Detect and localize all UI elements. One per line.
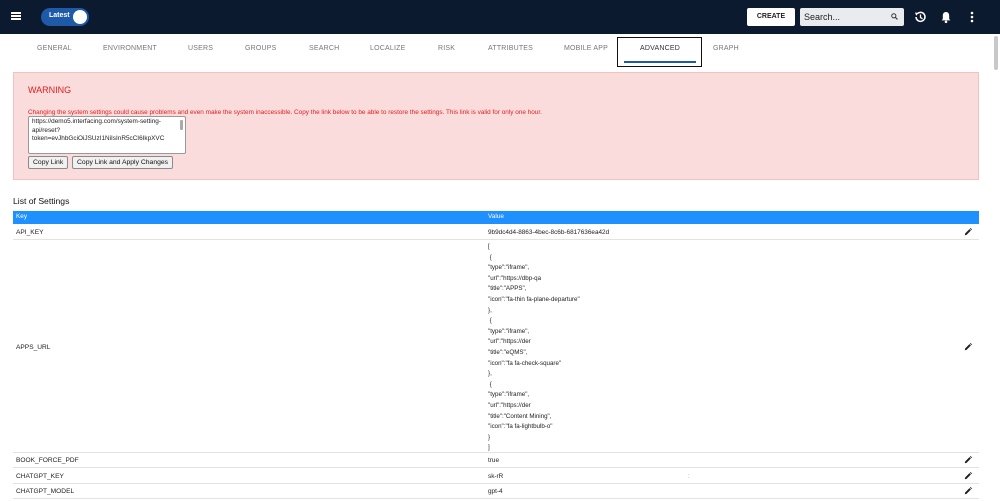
settings-tabs: GENERAL ENVIRONMENT USERS GROUPS SEARCH … bbox=[0, 34, 1000, 66]
json-line: "type":"iframe", bbox=[488, 264, 530, 272]
tab-general[interactable]: GENERAL bbox=[37, 45, 72, 52]
bell-icon[interactable] bbox=[939, 10, 953, 24]
setting-key: BOOK_FORCE_PDF bbox=[16, 457, 79, 464]
tab-users[interactable]: USERS bbox=[188, 45, 213, 52]
latest-label: Latest bbox=[49, 12, 70, 19]
create-button[interactable]: CREATE bbox=[747, 8, 795, 26]
setting-value: true bbox=[488, 457, 500, 464]
copy-link-apply-button[interactable]: Copy Link and Apply Changes bbox=[72, 156, 174, 169]
settings-table-header: Key Value bbox=[13, 211, 979, 224]
search-input[interactable] bbox=[804, 10, 884, 24]
tab-localize[interactable]: LOCALIZE bbox=[370, 45, 405, 52]
tab-mobile-app[interactable]: MOBILE APP bbox=[564, 45, 608, 52]
tab-groups[interactable]: GROUPS bbox=[245, 45, 277, 52]
setting-key: API_KEY bbox=[16, 229, 44, 236]
json-line: "url":"https://dbp-qa bbox=[488, 274, 542, 282]
json-line: "title":"eQMS", bbox=[488, 348, 528, 356]
warning-message: Changing the system settings could cause… bbox=[28, 109, 542, 116]
table-row: APPS_URL [ { "type":"iframe", "url":"htt… bbox=[13, 240, 979, 453]
json-line: { bbox=[488, 253, 492, 261]
setting-value: 9b9dc4d4-8863-4bec-8c6b-6817636ea42d bbox=[488, 229, 610, 236]
copy-link-button[interactable]: Copy Link bbox=[28, 156, 69, 169]
edit-icon[interactable] bbox=[964, 343, 972, 351]
setting-value-json: [ { "type":"iframe", "url":"https://dbp-… bbox=[488, 242, 580, 454]
edit-icon[interactable] bbox=[964, 456, 972, 464]
setting-value-trailing: : bbox=[688, 473, 690, 480]
menu-icon[interactable] bbox=[11, 12, 21, 20]
json-line: [ bbox=[488, 243, 490, 250]
active-tab-indicator bbox=[624, 61, 696, 63]
json-line: }, bbox=[488, 370, 492, 378]
json-line: "title":"Content Mining", bbox=[488, 412, 552, 420]
setting-value: sk-rR bbox=[488, 473, 504, 480]
setting-key: CHATGPT_KEY bbox=[16, 473, 64, 480]
textarea-scrollbar[interactable] bbox=[180, 120, 183, 130]
json-line: "type":"iframe", bbox=[488, 327, 530, 335]
column-header-value: Value bbox=[488, 213, 504, 220]
search-icon[interactable] bbox=[891, 13, 898, 20]
search-box bbox=[800, 8, 904, 26]
top-app-bar: Latest CREATE bbox=[0, 0, 1000, 34]
column-header-key: Key bbox=[16, 213, 28, 220]
tab-risk[interactable]: RISK bbox=[438, 45, 455, 52]
setting-key: CHATGPT_MODEL bbox=[16, 488, 75, 495]
setting-value: gpt-4 bbox=[488, 488, 503, 495]
restore-link-text: https://demo5.interfacing.com/system-set… bbox=[32, 118, 165, 143]
warning-panel: WARNING Changing the system settings cou… bbox=[13, 72, 979, 180]
warning-title: WARNING bbox=[28, 85, 72, 95]
table-row: CHATGPT_MODEL gpt-4 bbox=[13, 484, 979, 499]
json-line: "title":"APPS", bbox=[488, 285, 527, 293]
table-row: CHATGPT_KEY sk-rR : bbox=[13, 468, 979, 484]
restore-link-textarea[interactable]: https://demo5.interfacing.com/system-set… bbox=[28, 116, 186, 154]
table-row: API_KEY 9b9dc4d4-8863-4bec-8c6b-6817636e… bbox=[13, 224, 979, 240]
json-line: "icon":"fa fa-check-square" bbox=[488, 359, 562, 367]
tab-environment[interactable]: ENVIRONMENT bbox=[103, 45, 157, 52]
more-vert-icon[interactable] bbox=[965, 10, 979, 24]
json-line: "icon":"fa-thin fa-plane-departure" bbox=[488, 295, 580, 303]
setting-key: APPS_URL bbox=[16, 344, 51, 351]
table-row: BOOK_FORCE_PDF true bbox=[13, 453, 979, 468]
tab-attributes[interactable]: ATTRIBUTES bbox=[488, 45, 533, 52]
tab-search[interactable]: SEARCH bbox=[309, 45, 339, 52]
json-line: } bbox=[488, 433, 491, 441]
json-line: "url":"https://der bbox=[488, 401, 531, 409]
json-line: "icon":"fa fa-lightbulb-o" bbox=[488, 423, 553, 431]
tab-graph[interactable]: GRAPH bbox=[713, 45, 739, 52]
json-line: { bbox=[488, 380, 492, 388]
history-icon[interactable] bbox=[913, 10, 927, 24]
page-scrollbar[interactable] bbox=[994, 36, 998, 70]
json-line: { bbox=[488, 317, 492, 325]
toggle-knob bbox=[73, 10, 87, 24]
settings-list-title: List of Settings bbox=[13, 196, 70, 206]
latest-toggle[interactable]: Latest bbox=[41, 8, 89, 26]
json-line: }, bbox=[488, 306, 492, 314]
json-line: "type":"iframe", bbox=[488, 391, 530, 399]
edit-icon[interactable] bbox=[964, 472, 972, 480]
edit-icon[interactable] bbox=[964, 228, 972, 236]
edit-icon[interactable] bbox=[964, 487, 972, 495]
json-line: "url":"https://der bbox=[488, 338, 531, 346]
